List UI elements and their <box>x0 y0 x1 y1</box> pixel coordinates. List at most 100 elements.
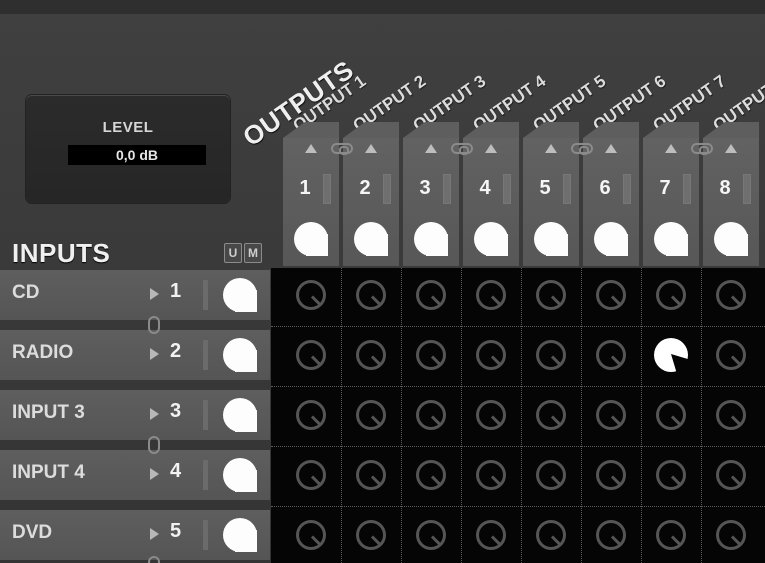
output-6-gain-knob[interactable] <box>594 222 628 256</box>
output-3-gain-knob[interactable] <box>414 222 448 256</box>
output-5-gain-knob[interactable] <box>534 222 568 256</box>
output-5-number[interactable]: 5 <box>531 174 559 202</box>
input-link-2-icon[interactable] <box>148 436 160 454</box>
input-1-number[interactable]: 1 <box>170 280 181 303</box>
output-5-up-icon[interactable] <box>545 144 557 153</box>
output-strip-4: 4 <box>463 138 519 266</box>
crosspoint-knob-in5-out3[interactable] <box>416 520 446 550</box>
crosspoint-knob-in3-out7[interactable] <box>656 400 686 430</box>
output-link-3-icon[interactable] <box>571 143 593 155</box>
output-2-up-icon[interactable] <box>365 144 377 153</box>
output-4-up-icon[interactable] <box>485 144 497 153</box>
output-1-gain-knob[interactable] <box>294 222 328 256</box>
output-1-number[interactable]: 1 <box>291 174 319 202</box>
crosspoint-knob-in5-out2[interactable] <box>356 520 386 550</box>
output-link-1-icon[interactable] <box>331 143 353 155</box>
crosspoint-knob-in1-out6[interactable] <box>596 280 626 310</box>
crosspoint-knob-in3-out4[interactable] <box>476 400 506 430</box>
crosspoint-knob-in2-out7[interactable] <box>654 338 689 372</box>
input-1-gain-knob[interactable] <box>223 278 257 312</box>
crosspoint-knob-in1-out8[interactable] <box>716 280 746 310</box>
input-4-gain-knob[interactable] <box>223 458 257 492</box>
crosspoint-knob-in4-out3[interactable] <box>416 460 446 490</box>
output-8-number[interactable]: 8 <box>711 174 739 202</box>
crosspoint-knob-in3-out5[interactable] <box>536 400 566 430</box>
output-7-number[interactable]: 7 <box>651 174 679 202</box>
output-1-up-icon[interactable] <box>305 144 317 153</box>
knob-indicator-icon <box>730 415 741 426</box>
output-7-up-icon[interactable] <box>665 144 677 153</box>
input-4-name[interactable]: INPUT 4 <box>12 462 85 484</box>
output-link-4-icon[interactable] <box>691 143 713 155</box>
crosspoint-knob-in5-out4[interactable] <box>476 520 506 550</box>
crosspoint-knob-in2-out8[interactable] <box>716 340 746 370</box>
input-3-number[interactable]: 3 <box>170 400 181 423</box>
grid-line <box>701 268 702 563</box>
input-4-play-icon[interactable] <box>150 468 159 480</box>
output-2-number[interactable]: 2 <box>351 174 379 202</box>
input-2-gain-knob[interactable] <box>223 338 257 372</box>
crosspoint-knob-in5-out6[interactable] <box>596 520 626 550</box>
crosspoint-knob-in2-out3[interactable] <box>416 340 446 370</box>
input-1-name[interactable]: CD <box>12 282 39 304</box>
crosspoint-knob-in3-out6[interactable] <box>596 400 626 430</box>
crosspoint-knob-in2-out6[interactable] <box>596 340 626 370</box>
crosspoint-knob-in1-out5[interactable] <box>536 280 566 310</box>
crosspoint-knob-in1-out2[interactable] <box>356 280 386 310</box>
crosspoint-knob-in4-out5[interactable] <box>536 460 566 490</box>
input-2-number[interactable]: 2 <box>170 340 181 363</box>
crosspoint-knob-in2-out5[interactable] <box>536 340 566 370</box>
output-6-up-icon[interactable] <box>605 144 617 153</box>
output-4-number[interactable]: 4 <box>471 174 499 202</box>
input-2-name[interactable]: RADIO <box>12 342 73 364</box>
output-6-number[interactable]: 6 <box>591 174 619 202</box>
input-1-play-icon[interactable] <box>150 288 159 300</box>
crosspoint-knob-in4-out4[interactable] <box>476 460 506 490</box>
crosspoint-knob-in5-out8[interactable] <box>716 520 746 550</box>
level-value[interactable]: 0,0 dB <box>68 145 206 165</box>
input-5-play-icon[interactable] <box>150 528 159 540</box>
input-link-1-icon[interactable] <box>148 316 160 334</box>
crosspoint-knob-in4-out6[interactable] <box>596 460 626 490</box>
crosspoint-knob-in4-out8[interactable] <box>716 460 746 490</box>
output-link-2-icon[interactable] <box>451 143 473 155</box>
unmute-button[interactable]: U <box>224 243 242 263</box>
crosspoint-knob-in2-out1[interactable] <box>296 340 326 370</box>
input-3-name[interactable]: INPUT 3 <box>12 402 85 424</box>
crosspoint-knob-in3-out2[interactable] <box>356 400 386 430</box>
input-4-number[interactable]: 4 <box>170 460 181 483</box>
output-4-gain-knob[interactable] <box>474 222 508 256</box>
crosspoint-knob-in1-out4[interactable] <box>476 280 506 310</box>
crosspoint-knob-in1-out1[interactable] <box>296 280 326 310</box>
output-2-gain-knob[interactable] <box>354 222 388 256</box>
input-5-name[interactable]: DVD <box>12 522 52 544</box>
crosspoint-knob-in4-out2[interactable] <box>356 460 386 490</box>
output-8-gain-knob[interactable] <box>714 222 748 256</box>
crosspoint-knob-in4-out1[interactable] <box>296 460 326 490</box>
crosspoint-knob-in5-out5[interactable] <box>536 520 566 550</box>
output-7-gain-knob[interactable] <box>654 222 688 256</box>
crosspoint-knob-in5-out1[interactable] <box>296 520 326 550</box>
mute-button[interactable]: M <box>244 243 262 263</box>
output-8-up-icon[interactable] <box>725 144 737 153</box>
crosspoint-knob-in1-out3[interactable] <box>416 280 446 310</box>
input-5-gain-knob[interactable] <box>223 518 257 552</box>
input-link-3-icon[interactable] <box>148 556 160 563</box>
knob-indicator-icon <box>730 475 741 486</box>
crosspoint-knob-in3-out8[interactable] <box>716 400 746 430</box>
crosspoint-knob-in2-out2[interactable] <box>356 340 386 370</box>
crosspoint-knob-in1-out7[interactable] <box>656 280 686 310</box>
input-2-play-icon[interactable] <box>150 348 159 360</box>
crosspoint-knob-in3-out3[interactable] <box>416 400 446 430</box>
output-3-number[interactable]: 3 <box>411 174 439 202</box>
knob-indicator-icon <box>237 290 257 299</box>
knob-indicator-icon <box>610 475 621 486</box>
input-3-play-icon[interactable] <box>150 408 159 420</box>
input-5-number[interactable]: 5 <box>170 520 181 543</box>
crosspoint-knob-in4-out7[interactable] <box>656 460 686 490</box>
output-3-up-icon[interactable] <box>425 144 437 153</box>
input-3-gain-knob[interactable] <box>223 398 257 432</box>
crosspoint-knob-in5-out7[interactable] <box>656 520 686 550</box>
crosspoint-knob-in2-out4[interactable] <box>476 340 506 370</box>
crosspoint-knob-in3-out1[interactable] <box>296 400 326 430</box>
